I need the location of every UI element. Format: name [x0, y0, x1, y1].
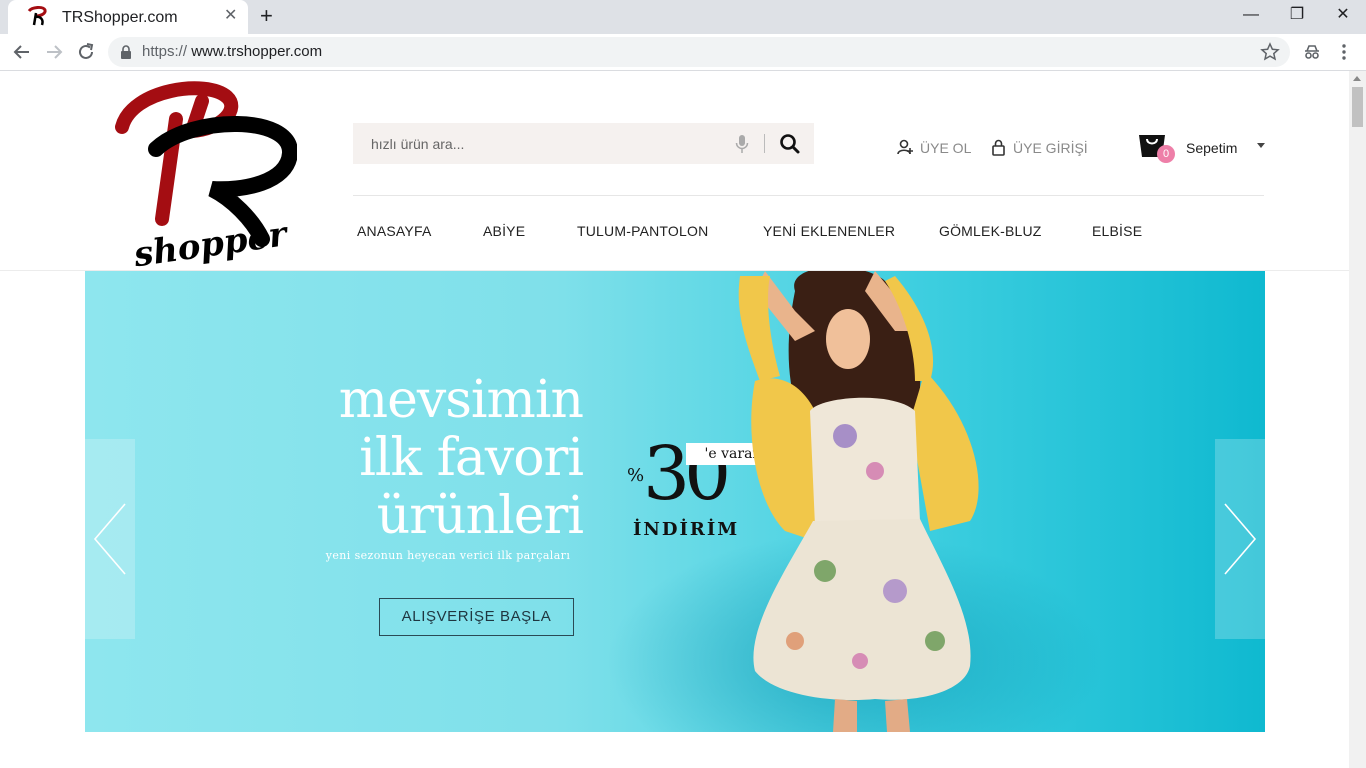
discount-percent-sign: %	[627, 465, 645, 486]
web-page: shopper ÜYE OL ÜYE GİRİŞİ	[0, 71, 1349, 768]
menu-item-yeni-eklenenler[interactable]: YENİ EKLENENLER	[763, 223, 895, 239]
register-link[interactable]: ÜYE OL	[897, 139, 971, 156]
incognito-icon[interactable]	[1300, 40, 1324, 64]
address-bar[interactable]: https:// www.trshopper.com	[108, 37, 1290, 67]
svg-text:shopper: shopper	[130, 214, 291, 269]
promo-subtitle: yeni sezonun heyecan verici ilk parçalar…	[325, 549, 571, 562]
reload-icon[interactable]	[74, 40, 98, 64]
microphone-icon[interactable]	[735, 134, 749, 154]
model-photo	[738, 271, 979, 732]
register-label: ÜYE OL	[920, 139, 972, 156]
menu-kebab-icon[interactable]	[1332, 40, 1356, 64]
promo-headline: mevsimin ilk favori ürünleri yeni sezonu…	[313, 370, 584, 562]
menu-item-gomlek-bluz[interactable]: GÖMLEK-BLUZ	[939, 223, 1042, 239]
search-input[interactable]	[371, 132, 711, 156]
menu-item-tulum-pantolon[interactable]: TULUM-PANTOLON	[577, 223, 708, 239]
add-user-icon	[897, 139, 913, 155]
minimize-button[interactable]: —	[1228, 4, 1274, 28]
chevron-left-icon	[93, 503, 126, 575]
menu-item-anasayfa[interactable]: ANASAYFA	[357, 223, 431, 239]
new-tab-button[interactable]: +	[260, 4, 273, 28]
forward-icon[interactable]	[42, 40, 66, 64]
search-divider	[764, 134, 765, 153]
tab-title: TRShopper.com	[62, 9, 178, 26]
lock-icon	[121, 45, 131, 59]
hero-slider: mevsimin ilk favori ürünleri yeni sezonu…	[85, 271, 1265, 732]
page-scrollbar[interactable]	[1349, 71, 1366, 768]
headline-line: ürünleri	[376, 486, 584, 546]
slider-prev-button[interactable]	[85, 439, 135, 639]
headline-line: mevsimin	[338, 370, 584, 430]
menu-item-elbise[interactable]: ELBİSE	[1092, 223, 1142, 239]
cart-count-badge: 0	[1157, 145, 1175, 163]
headline-line: ilk favori	[359, 428, 584, 488]
close-window-button[interactable]: ✕	[1320, 4, 1366, 28]
tab-close-icon[interactable]: ✕	[224, 7, 237, 25]
bookmark-star-icon[interactable]	[1260, 42, 1280, 62]
discount-word: İNDİRİM	[633, 519, 740, 540]
start-shopping-button[interactable]: ALIŞVERİŞE BAŞLA	[379, 598, 574, 636]
header-divider	[353, 195, 1264, 196]
back-icon[interactable]	[10, 40, 34, 64]
browser-toolbar: https:// www.trshopper.com	[0, 34, 1366, 71]
search-bar	[353, 123, 814, 164]
padlock-icon	[992, 139, 1005, 156]
chevron-down-icon[interactable]	[1257, 143, 1265, 148]
trshopper-logo[interactable]: shopper	[112, 79, 297, 269]
menu-item-abiye[interactable]: ABİYE	[483, 223, 525, 239]
chevron-right-icon	[1224, 503, 1257, 575]
restore-button[interactable]: ❐	[1274, 4, 1320, 28]
browser-tabstrip: TRShopper.com ✕ + — ❐ ✕	[0, 0, 1366, 34]
cart-button[interactable]: 0 Sepetim	[1137, 131, 1272, 167]
search-icon[interactable]	[777, 131, 803, 157]
site-favicon-icon	[27, 6, 47, 26]
scroll-thumb[interactable]	[1352, 87, 1363, 127]
login-link[interactable]: ÜYE GİRİŞİ	[991, 139, 1088, 156]
login-label: ÜYE GİRİŞİ	[1013, 139, 1088, 156]
scroll-up-icon[interactable]	[1353, 76, 1361, 81]
slider-next-button[interactable]	[1215, 439, 1265, 639]
browser-tab[interactable]: TRShopper.com ✕	[8, 0, 248, 34]
cart-label: Sepetim	[1186, 140, 1238, 156]
url-text: https:// www.trshopper.com	[142, 43, 323, 60]
